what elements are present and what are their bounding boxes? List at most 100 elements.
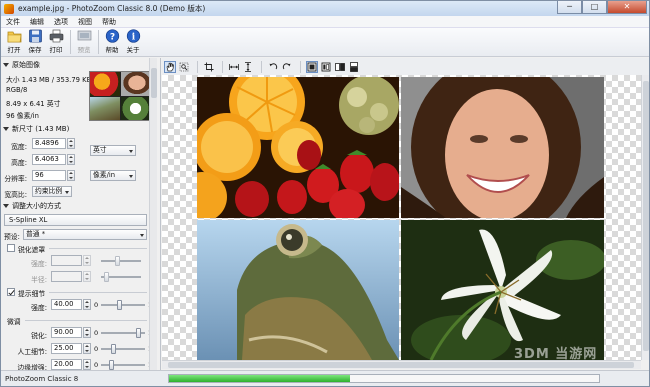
resolution-unit-value: 像素/in xyxy=(93,171,116,179)
rotate-left-icon xyxy=(269,62,278,69)
edge-spinner[interactable] xyxy=(83,359,91,370)
menu-options[interactable]: 选项 xyxy=(49,17,73,27)
fit-width-button[interactable] xyxy=(228,61,240,73)
detail-checkbox[interactable] xyxy=(7,288,15,296)
sharpen-label: 锐化: xyxy=(31,332,47,340)
status-text: PhotoZoom Classic 8 xyxy=(5,375,79,383)
width-spinner[interactable] xyxy=(67,138,75,149)
menu-help[interactable]: 帮助 xyxy=(97,17,121,27)
menu-file[interactable]: 文件 xyxy=(1,17,25,27)
minimize-button[interactable]: ─ xyxy=(557,1,582,14)
height-spinner[interactable] xyxy=(67,154,75,165)
sharpen-slider[interactable] xyxy=(101,328,145,338)
detail-label: 提示细节 xyxy=(18,290,46,298)
width-input[interactable]: 8.4896 xyxy=(32,138,66,149)
preview-label: 预览 xyxy=(77,46,91,54)
preview-canvas[interactable]: 3DM 当游网 xyxy=(162,75,641,360)
fit-width-icon xyxy=(229,63,239,70)
slider-min-label: 0 xyxy=(94,301,99,309)
zoom-tool-button[interactable] xyxy=(178,61,190,73)
artifact-spinner[interactable] xyxy=(83,343,91,354)
resize-method-title: 调整大小的方式 xyxy=(12,202,61,210)
menu-edit[interactable]: 编辑 xyxy=(25,17,49,27)
detail-strength-spinner[interactable] xyxy=(83,299,91,310)
crop-button[interactable] xyxy=(203,61,215,73)
thumbnail-portrait xyxy=(120,72,150,96)
slider-min-label: 0 xyxy=(94,329,99,337)
detail-strength-input[interactable]: 40.00 xyxy=(51,299,82,310)
edge-slider[interactable] xyxy=(101,360,145,370)
size-unit-select[interactable]: 英寸 xyxy=(90,145,136,156)
hand-icon xyxy=(166,61,174,71)
thumbnail-lily xyxy=(120,96,150,120)
save-button[interactable]: 保存 xyxy=(25,28,45,56)
aspect-ratio-select[interactable]: 约束比例 xyxy=(32,186,72,197)
preview-horizontal-scrollbar[interactable] xyxy=(162,360,641,369)
resolution-input[interactable]: 96 xyxy=(32,170,66,181)
maximize-button[interactable]: □ xyxy=(582,1,607,14)
detail-strength-slider[interactable] xyxy=(101,300,145,310)
view-side-by-side-button[interactable] xyxy=(334,61,346,73)
artifact-input[interactable]: 25.00 xyxy=(51,343,82,354)
print-button[interactable]: 打印 xyxy=(46,28,66,56)
crop-icon xyxy=(204,62,214,71)
edge-input[interactable]: 20.00 xyxy=(51,359,82,370)
unsharp-mask-checkbox[interactable] xyxy=(7,244,15,252)
zoom-icon xyxy=(179,62,189,71)
aspect-label: 宽高比: xyxy=(4,191,27,199)
toolbar-separator xyxy=(70,30,71,54)
resize-method-header[interactable]: 调整大小的方式 xyxy=(3,201,61,211)
thumbnail-frog xyxy=(90,96,120,120)
close-button[interactable]: ✕ xyxy=(607,1,647,14)
aspect-ratio-value: 约束比例 xyxy=(35,187,63,195)
original-thumbnail[interactable] xyxy=(89,71,151,121)
progress-bar xyxy=(168,374,600,383)
rotate-left-button[interactable] xyxy=(267,61,279,73)
sharpen-input[interactable]: 90.00 xyxy=(51,327,82,338)
preview-toolbar-separator xyxy=(261,60,262,73)
help-icon: ? xyxy=(105,29,120,43)
rotate-right-button[interactable] xyxy=(281,61,293,73)
print-label: 打印 xyxy=(49,46,63,54)
dropdown-arrow-icon xyxy=(65,191,69,194)
menu-view[interactable]: 视图 xyxy=(73,17,97,27)
resolution-unit-select[interactable]: 像素/in xyxy=(90,170,136,181)
hand-tool-button[interactable] xyxy=(164,60,176,73)
width-label: 宽度: xyxy=(11,143,27,151)
height-input[interactable]: 6.4063 xyxy=(32,154,66,165)
fit-height-button[interactable] xyxy=(242,61,254,73)
open-button[interactable]: 打开 xyxy=(4,28,24,56)
preset-select[interactable]: 普通 * xyxy=(23,229,147,240)
about-button[interactable]: i 关于 xyxy=(123,28,143,56)
status-bar: PhotoZoom Classic 8 xyxy=(1,370,649,386)
height-label: 高度: xyxy=(11,159,27,167)
resolution-spinner[interactable] xyxy=(67,170,75,181)
preview-vertical-scrollbar[interactable] xyxy=(641,75,649,360)
app-window: example.jpg - PhotoZoom Classic 8.0 (Dem… xyxy=(0,0,650,387)
unsharp-radius-input xyxy=(51,271,82,282)
main-toolbar: 打开 保存 打印 预览 ? 帮助 i 关于 xyxy=(1,28,649,57)
view-split-horizontal-button[interactable] xyxy=(348,61,360,73)
group-divider xyxy=(49,292,147,293)
resize-method-select[interactable]: S-Spline XL xyxy=(4,214,147,226)
settings-panel: 原始图像 大小 1.43 MB / 353.79 KB RGB/8 8.49 x… xyxy=(1,58,161,370)
original-dimensions: 8.49 x 6.41 英寸 xyxy=(6,100,61,108)
collapse-triangle-icon xyxy=(3,63,9,67)
sharpen-spinner[interactable] xyxy=(83,327,91,338)
original-image-header[interactable]: 原始图像 xyxy=(3,60,40,70)
detail-strength-label: 强度: xyxy=(31,304,47,312)
resolution-label: 分辨率: xyxy=(4,175,27,183)
view-single-button[interactable] xyxy=(306,60,318,73)
view-split-vertical-button[interactable] xyxy=(320,61,332,73)
slider-min-label: 0 xyxy=(94,361,99,369)
help-button[interactable]: ? 帮助 xyxy=(102,28,122,56)
unsharp-strength-label: 强度: xyxy=(31,260,47,268)
floppy-disk-icon xyxy=(28,29,43,43)
preview-toolbar-separator xyxy=(197,60,198,73)
group-divider xyxy=(25,320,147,321)
settings-scrollbar[interactable] xyxy=(149,58,157,370)
new-size-header[interactable]: 新尺寸 (1.43 MB) xyxy=(3,124,69,134)
preview-button[interactable]: 预览 xyxy=(74,28,94,56)
svg-text:i: i xyxy=(131,33,135,43)
artifact-slider[interactable] xyxy=(101,344,145,354)
